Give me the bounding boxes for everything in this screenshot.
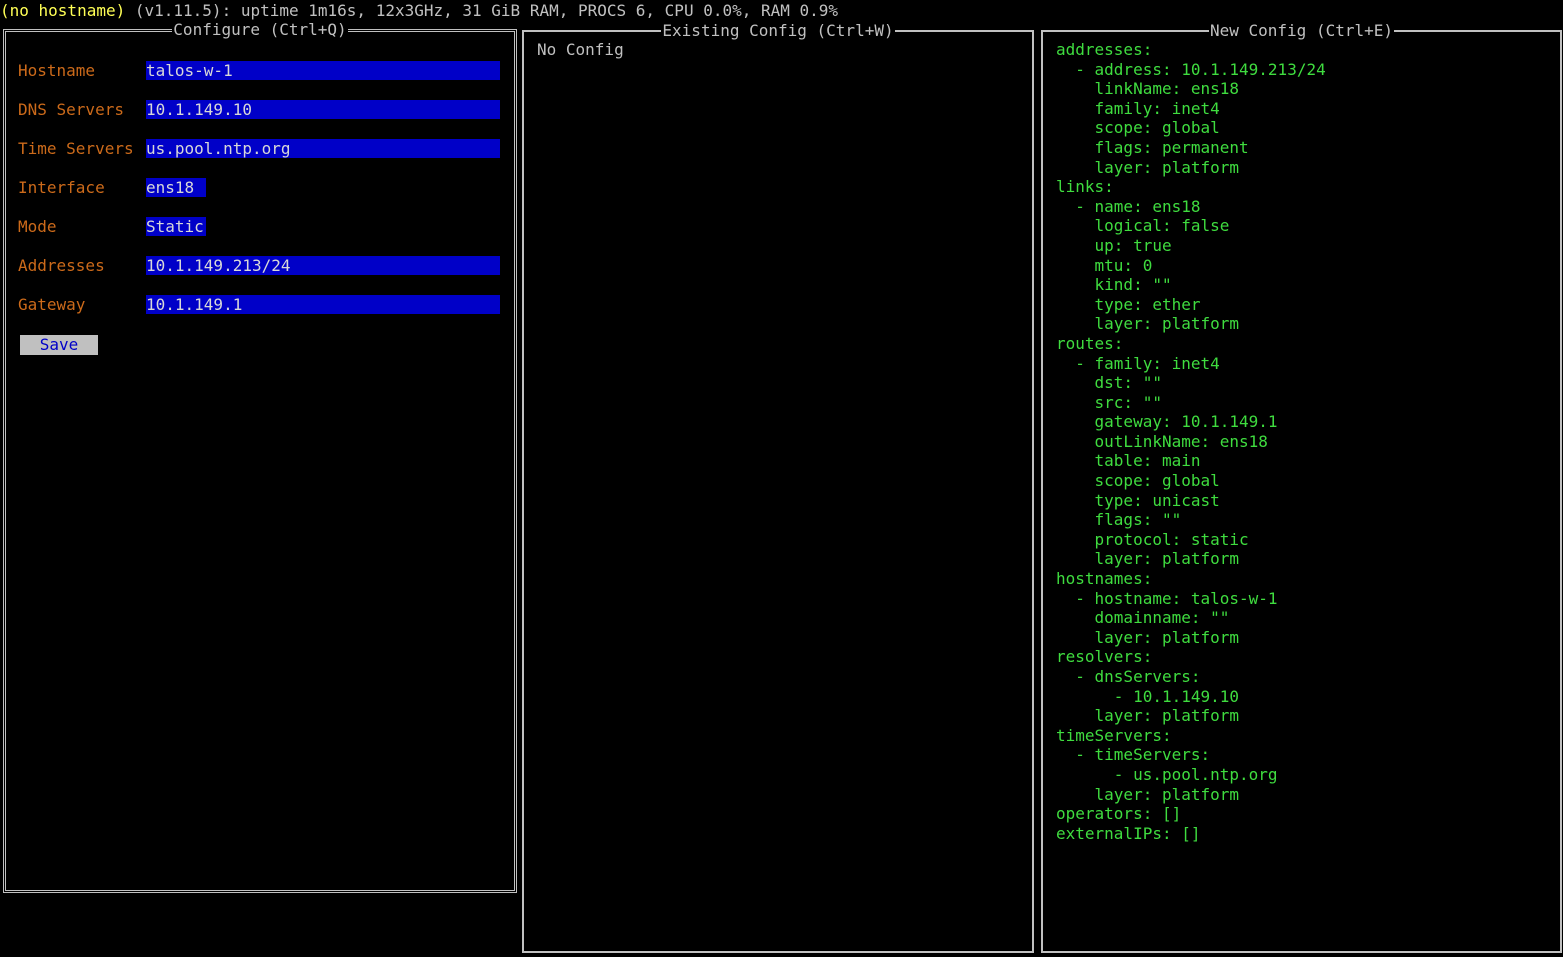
save-button[interactable]: Save — [20, 335, 98, 355]
yaml-line: protocol: static — [1056, 529, 1249, 549]
time-servers-label: Time Servers — [18, 139, 134, 158]
yaml-line: addresses: — [1056, 40, 1153, 59]
time-servers-input[interactable]: us.pool.ntp.org — [146, 139, 500, 158]
yaml-line: family: inet4 — [1056, 98, 1220, 118]
addresses-label: Addresses — [18, 256, 105, 275]
yaml-line: layer: platform — [1056, 314, 1240, 334]
hostname-row: Hostname talos-w-1 — [18, 61, 500, 81]
yaml-line: externalIPs: [] — [1056, 823, 1201, 843]
yaml-line: linkName: ens18 — [1056, 79, 1240, 99]
yaml-line: scope: global — [1056, 471, 1220, 491]
yaml-line: - hostname: talos-w-1 — [1056, 588, 1278, 608]
yaml-line: links: — [1056, 177, 1114, 197]
existing-config-title: Existing Config (Ctrl+W) — [661, 21, 895, 40]
yaml-line: layer: platform — [1056, 157, 1240, 177]
gateway-label: Gateway — [18, 295, 86, 314]
yaml-line: - us.pool.ntp.org — [1056, 764, 1278, 784]
yaml-line: table: main — [1056, 451, 1201, 471]
status-info: (v1.11.5): uptime 1m16s, 12x3GHz, 31 GiB… — [125, 1, 839, 20]
yaml-line: outLinkName: ens18 — [1056, 431, 1268, 451]
yaml-line: layer: platform — [1056, 627, 1240, 647]
configure-panel-title: Configure (Ctrl+Q) — [172, 20, 348, 39]
yaml-line: - name: ens18 — [1056, 196, 1201, 216]
gateway-row: Gateway 10.1.149.1 — [18, 295, 500, 315]
yaml-line: layer: platform — [1056, 549, 1240, 569]
existing-config-panel[interactable]: Existing Config (Ctrl+W) No Config — [522, 21, 1034, 953]
yaml-line: flags: "" — [1056, 510, 1182, 530]
gateway-input[interactable]: 10.1.149.1 — [146, 295, 500, 314]
new-config-yaml: addresses: - address: 10.1.149.213/24 li… — [1056, 40, 1326, 843]
yaml-line: timeServers: — [1056, 725, 1172, 745]
yaml-line: routes: — [1056, 333, 1124, 353]
yaml-line: - timeServers: — [1056, 745, 1211, 765]
yaml-line: - 10.1.149.10 — [1056, 686, 1240, 706]
status-bar: (no hostname) (v1.11.5): uptime 1m16s, 1… — [0, 1, 838, 21]
new-config-title: New Config (Ctrl+E) — [1208, 21, 1395, 40]
addresses-input[interactable]: 10.1.149.213/24 — [146, 256, 500, 275]
yaml-line: resolvers: — [1056, 647, 1153, 667]
time-servers-row: Time Servers us.pool.ntp.org — [18, 139, 500, 159]
yaml-line: layer: platform — [1056, 784, 1240, 804]
yaml-line: hostnames: — [1056, 569, 1153, 589]
interface-row: Interface ens18 — [18, 178, 206, 198]
interface-select[interactable]: ens18 — [146, 178, 206, 197]
existing-config-text: No Config — [537, 40, 624, 59]
dns-servers-input[interactable]: 10.1.149.10 — [146, 100, 500, 119]
yaml-line: mtu: 0 — [1056, 255, 1153, 275]
yaml-line: logical: false — [1056, 216, 1230, 236]
yaml-line: operators: [] — [1056, 804, 1182, 824]
addresses-row: Addresses 10.1.149.213/24 — [18, 256, 500, 276]
yaml-line: kind: "" — [1056, 275, 1172, 295]
interface-label: Interface — [18, 178, 105, 197]
mode-select[interactable]: Static — [146, 217, 206, 236]
dns-servers-label: DNS Servers — [18, 100, 124, 119]
yaml-line: domainname: "" — [1056, 608, 1230, 628]
yaml-line: - dnsServers: — [1056, 667, 1201, 686]
yaml-line: scope: global — [1056, 118, 1220, 138]
hostname-label: Hostname — [18, 61, 96, 80]
configure-panel: Configure (Ctrl+Q) Hostname talos-w-1 DN… — [3, 20, 517, 893]
status-hostname: (no hostname) — [0, 1, 126, 20]
new-config-panel[interactable]: New Config (Ctrl+E) addresses: - address… — [1041, 21, 1562, 953]
yaml-line: - family: inet4 — [1056, 353, 1220, 373]
mode-label: Mode — [18, 217, 57, 236]
yaml-line: type: ether — [1056, 294, 1201, 314]
yaml-line: - address: 10.1.149.213/24 — [1056, 59, 1326, 79]
yaml-line: type: unicast — [1056, 490, 1220, 510]
yaml-line: flags: permanent — [1056, 137, 1249, 157]
yaml-line: dst: "" — [1056, 373, 1162, 393]
yaml-line: gateway: 10.1.149.1 — [1056, 412, 1278, 432]
dns-servers-row: DNS Servers 10.1.149.10 — [18, 100, 500, 120]
yaml-line: up: true — [1056, 235, 1172, 255]
yaml-line: layer: platform — [1056, 706, 1240, 726]
yaml-line: src: "" — [1056, 392, 1162, 412]
hostname-input[interactable]: talos-w-1 — [146, 61, 500, 80]
mode-row: Mode Static — [18, 217, 206, 237]
